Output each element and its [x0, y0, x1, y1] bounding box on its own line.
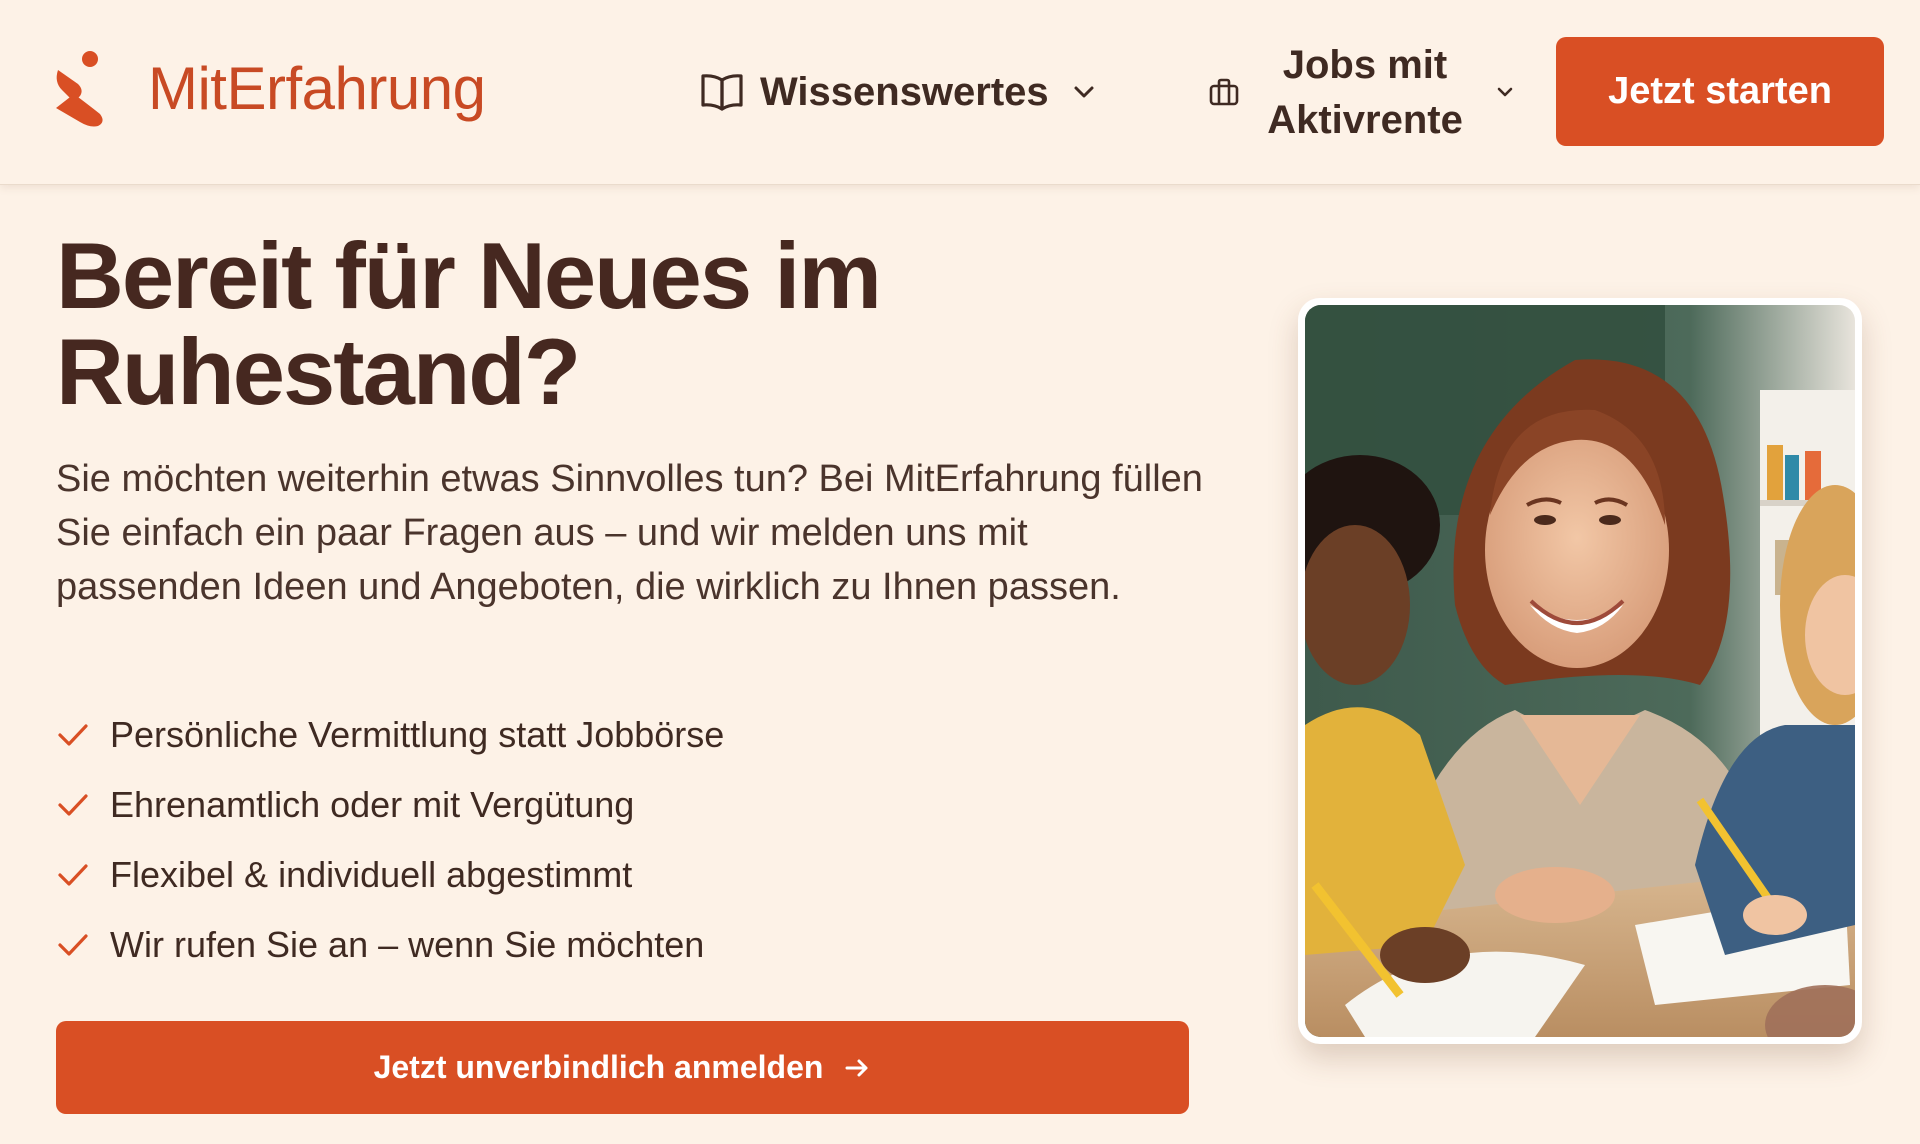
chevron-down-icon[interactable]	[1495, 82, 1515, 102]
feature-text: Wir rufen Sie an – wenn Sie möchten	[110, 924, 705, 965]
arrow-right-icon	[845, 1059, 868, 1076]
list-item: Ehrenamtlich oder mit Vergütung	[56, 770, 724, 840]
check-icon	[58, 934, 88, 956]
list-item: Persönliche Vermittlung statt Jobbörse	[56, 700, 724, 770]
hero-photo	[1305, 305, 1855, 1037]
register-button-label: Jetzt unverbindlich anmelden	[373, 1049, 824, 1085]
feature-text: Flexibel & individuell abgestimmt	[110, 854, 633, 895]
feature-text: Ehrenamtlich oder mit Vergütung	[110, 784, 635, 825]
feature-list: Persönliche Vermittlung statt Jobbörse E…	[56, 700, 724, 980]
book-icon	[701, 74, 743, 111]
list-item: Wir rufen Sie an – wenn Sie möchten	[56, 910, 724, 980]
start-button[interactable]: Jetzt starten	[1556, 37, 1884, 146]
hero-title: Bereit für Neues im Ruhestand?	[56, 223, 882, 424]
nav-wissenswertes-label: Wissenswertes	[760, 69, 1049, 114]
briefcase-icon[interactable]	[1209, 78, 1239, 106]
logo-mark-icon	[56, 51, 103, 127]
register-button[interactable]: Jetzt unverbindlich anmelden	[56, 1021, 1189, 1114]
nav-jobs-mit-aktivrente[interactable]: Jobs mit Aktivrente	[1260, 38, 1470, 148]
check-icon	[58, 794, 88, 816]
nav-wissenswertes[interactable]: Wissenswertes	[700, 64, 1097, 120]
chevron-down-icon	[1074, 86, 1094, 98]
check-icon	[58, 724, 88, 746]
check-icon	[58, 864, 88, 886]
hero-description: Sie möchten weiterhin etwas Sinnvolles t…	[56, 458, 1203, 608]
brand-name: MitErfahrung	[148, 55, 486, 122]
hero-photo-card	[1298, 298, 1862, 1044]
site-header: MitErfahrung Wissenswertes Jobs mit Akti…	[0, 0, 1920, 185]
feature-text: Persönliche Vermittlung statt Jobbörse	[110, 714, 725, 755]
logo[interactable]: MitErfahrung	[54, 50, 486, 128]
list-item: Flexibel & individuell abgestimmt	[56, 840, 724, 910]
